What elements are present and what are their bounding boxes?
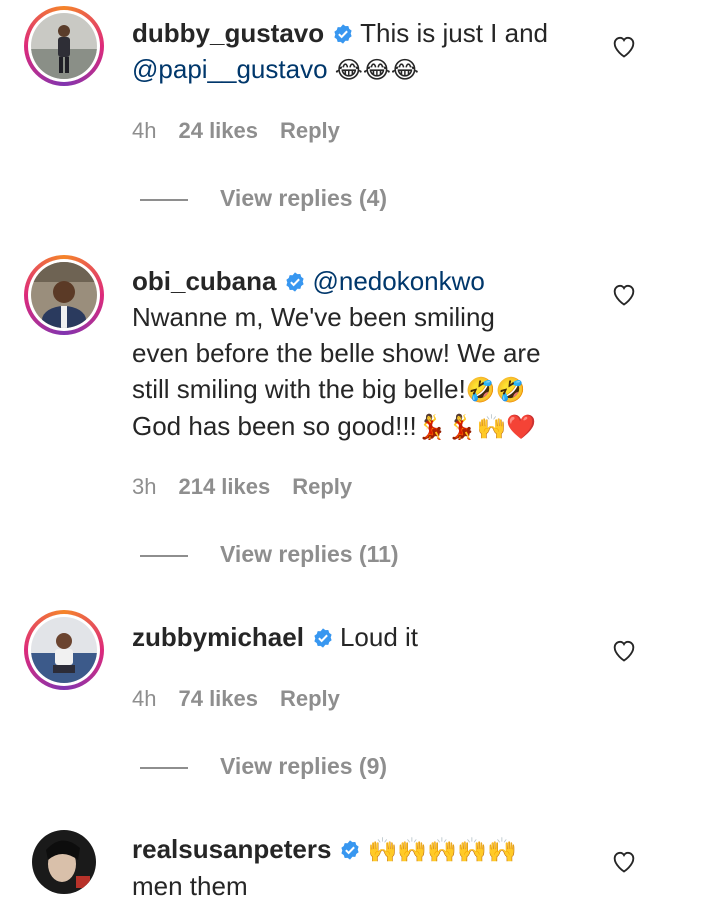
likes-count[interactable]: 24 likes <box>178 118 258 143</box>
mention-link[interactable]: @nedokonkwo <box>312 266 484 296</box>
avatar[interactable] <box>24 822 104 902</box>
reply-button[interactable]: Reply <box>280 686 340 711</box>
divider-line <box>140 766 188 769</box>
likes-count[interactable]: 74 likes <box>178 686 258 711</box>
view-replies-label: View replies (9) <box>220 753 388 779</box>
divider-line <box>140 198 188 201</box>
comment-text: This is just I and <box>360 18 548 48</box>
heart-icon[interactable] <box>610 32 638 60</box>
comment-text: God has been so good!!! <box>132 411 417 441</box>
username[interactable]: realsusanpeters <box>132 834 331 864</box>
verified-badge-icon <box>286 272 305 292</box>
username[interactable]: obi_cubana <box>132 266 276 296</box>
likes-count[interactable]: 214 likes <box>178 474 270 499</box>
verified-badge-icon <box>341 840 360 860</box>
heart-icon[interactable] <box>610 280 638 308</box>
comment-text: still smiling with the big belle! <box>132 374 466 404</box>
view-replies-button[interactable]: View replies (4) <box>140 185 387 215</box>
comment-text: even before the belle show! We are <box>132 338 541 368</box>
avatar[interactable] <box>24 6 104 86</box>
comment-time: 3h <box>132 474 157 499</box>
view-replies-label: View replies (4) <box>220 185 388 211</box>
username[interactable]: zubbymichael <box>132 622 304 652</box>
emoji: 💃💃🙌❤️ <box>416 413 537 441</box>
comment-time: 4h <box>132 118 157 143</box>
avatar[interactable] <box>24 255 104 335</box>
emoji: 🤣🤣 <box>465 376 526 404</box>
username[interactable]: dubby_gustavo <box>132 18 324 48</box>
mention-link[interactable]: @papi__gustavo <box>132 54 328 84</box>
comment-text: Loud it <box>339 622 419 652</box>
view-replies-button[interactable]: View replies (11) <box>140 541 399 571</box>
reply-button[interactable]: Reply <box>280 118 340 143</box>
verified-badge-icon <box>334 24 352 44</box>
heart-icon[interactable] <box>610 847 638 875</box>
comment-text: men them <box>132 871 248 901</box>
avatar[interactable] <box>24 610 104 690</box>
comment-text: Nwanne m, We've been smiling <box>132 302 495 332</box>
divider-line <box>140 554 188 557</box>
reply-button[interactable]: Reply <box>292 474 352 499</box>
verified-badge-icon <box>314 628 332 648</box>
view-replies-button[interactable]: View replies (9) <box>140 753 387 783</box>
emoji: 😂😂😂 <box>334 56 419 84</box>
emoji: 🙌🙌🙌🙌🙌 <box>367 836 517 864</box>
heart-icon[interactable] <box>610 636 638 664</box>
view-replies-label: View replies (11) <box>220 541 399 567</box>
comment-time: 4h <box>132 686 157 711</box>
